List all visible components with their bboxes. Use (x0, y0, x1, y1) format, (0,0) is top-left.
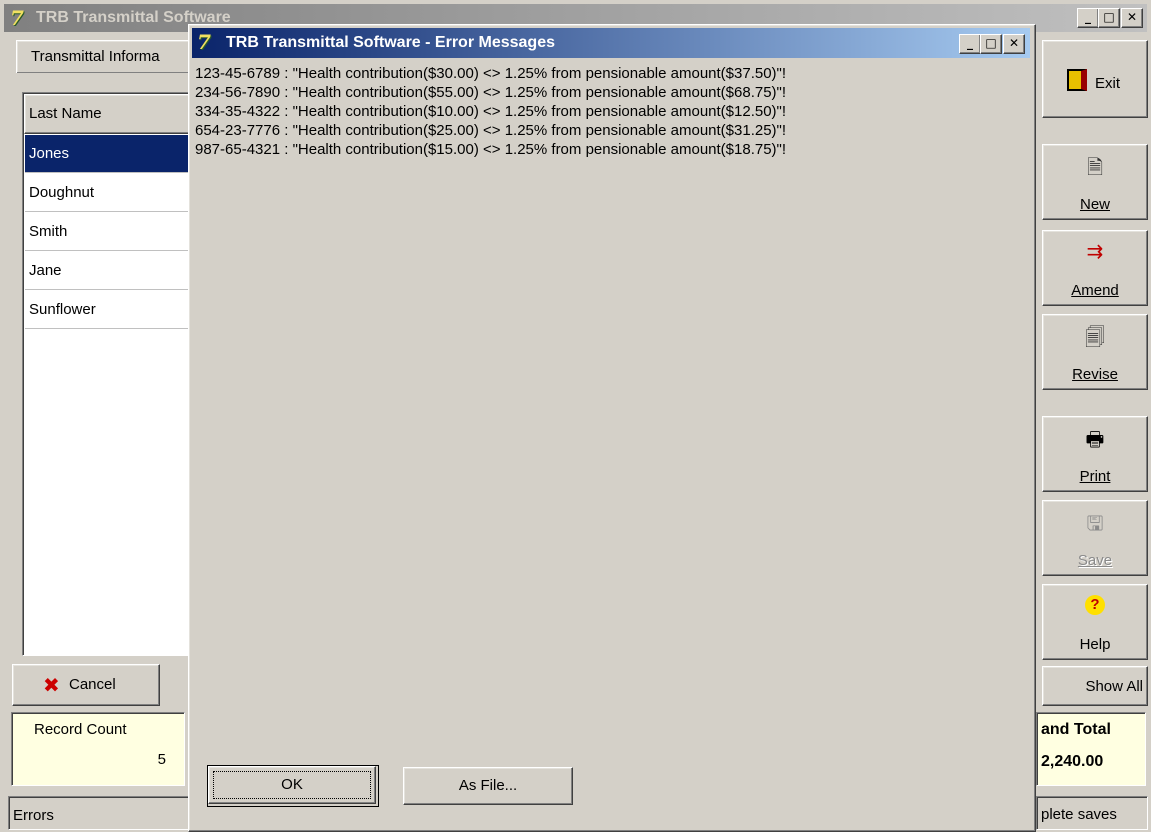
show-all-button[interactable]: Show All (1042, 666, 1148, 706)
save-label: Save (1077, 552, 1113, 569)
list-item[interactable]: Sunflower (25, 291, 191, 329)
floppy-disk-icon: 🖫 (1086, 511, 1104, 535)
error-messages-dialog: 7 TRB Transmittal Software - Error Messa… (188, 24, 1036, 832)
status-bar-right: plete saves (1036, 796, 1148, 830)
print-label: Print (1079, 468, 1111, 485)
help-label: Help (1079, 636, 1111, 653)
error-message: 987-65-4321 : "Health contribution($15.0… (195, 141, 787, 158)
error-message: 234-56-7890 : "Health contribution($55.0… (195, 84, 787, 101)
print-button[interactable]: 🖶 Print (1042, 416, 1148, 492)
save-button[interactable]: 🖫 Save (1042, 500, 1148, 576)
new-document-icon: 🗎 (1086, 155, 1104, 179)
revise-button[interactable]: 🗐 Revise (1042, 314, 1148, 390)
printer-icon: 🖶 (1085, 427, 1105, 451)
error-message: 334-35-4322 : "Health contribution($10.0… (195, 103, 787, 120)
error-message-list: 123-45-6789 : "Health contribution($30.0… (192, 61, 1030, 751)
column-header-last-name[interactable]: Last Name (24, 94, 192, 134)
record-count-value: 5 (157, 751, 166, 768)
dialog-title-bar[interactable]: 7 TRB Transmittal Software - Error Messa… (192, 28, 1030, 58)
main-close-button[interactable]: ✕ (1121, 8, 1143, 28)
record-count-label: Record Count (34, 721, 127, 738)
cancel-button[interactable]: ✖ Cancel (12, 664, 160, 706)
column-header-label: Last Name (29, 105, 102, 122)
ok-label: OK (281, 776, 303, 793)
amend-button[interactable]: ⇉ Amend (1042, 230, 1148, 306)
app-logo-icon: 7 (10, 6, 24, 30)
error-message: 654-23-7776 : "Health contribution($25.0… (195, 122, 787, 139)
grand-total-value: 2,240.00 (1041, 753, 1104, 770)
show-all-label: Show All (1085, 678, 1143, 695)
list-item[interactable]: Smith (25, 213, 191, 251)
main-maximize-button[interactable]: □ (1098, 8, 1120, 28)
revise-icon: 🗐 (1085, 325, 1105, 349)
dialog-maximize-button[interactable]: □ (980, 34, 1002, 54)
list-item[interactable]: Doughnut (25, 174, 191, 212)
red-x-icon: ✖ (43, 673, 60, 697)
ok-button-face: OK (208, 766, 376, 804)
exit-label: Exit (1095, 75, 1121, 92)
new-button[interactable]: 🗎 New (1042, 144, 1148, 220)
exit-button[interactable]: Exit (1042, 40, 1148, 118)
status-errors-text: Errors (13, 807, 54, 824)
as-file-button[interactable]: As File... (403, 767, 573, 805)
as-file-label: As File... (458, 777, 518, 794)
amend-icon: ⇉ (1086, 239, 1104, 263)
list-item[interactable]: Jane (25, 252, 191, 290)
dialog-logo-icon: 7 (197, 30, 211, 54)
revise-label: Revise (1072, 366, 1118, 383)
cancel-label: Cancel (69, 676, 116, 693)
dialog-close-button[interactable]: ✕ (1003, 34, 1025, 54)
door-exit-icon (1067, 69, 1087, 91)
main-minimize-button[interactable]: _ (1077, 8, 1099, 28)
tab-label: Transmittal Informa (31, 48, 160, 65)
status-saves-text: plete saves (1041, 806, 1117, 823)
new-label: New (1079, 196, 1110, 213)
help-button[interactable]: ? Help (1042, 584, 1148, 660)
status-bar-left: Errors (8, 796, 190, 830)
grand-total-panel: and Total 2,240.00 (1036, 712, 1146, 786)
help-icon: ? (1085, 595, 1105, 615)
dialog-minimize-button[interactable]: _ (959, 34, 981, 54)
tab-transmittal-information[interactable]: Transmittal Informa (16, 40, 193, 73)
amend-label: Amend (1071, 282, 1119, 299)
error-message: 123-45-6789 : "Health contribution($30.0… (195, 65, 787, 82)
last-name-list[interactable]: Last Name Jones Doughnut Smith Jane Sunf… (22, 92, 194, 656)
ok-button[interactable]: OK (207, 765, 379, 807)
grand-total-label: and Total (1041, 721, 1111, 738)
record-count-panel: Record Count 5 (11, 712, 185, 786)
list-item[interactable]: Jones (25, 135, 191, 173)
dialog-title: TRB Transmittal Software - Error Message… (226, 34, 555, 51)
